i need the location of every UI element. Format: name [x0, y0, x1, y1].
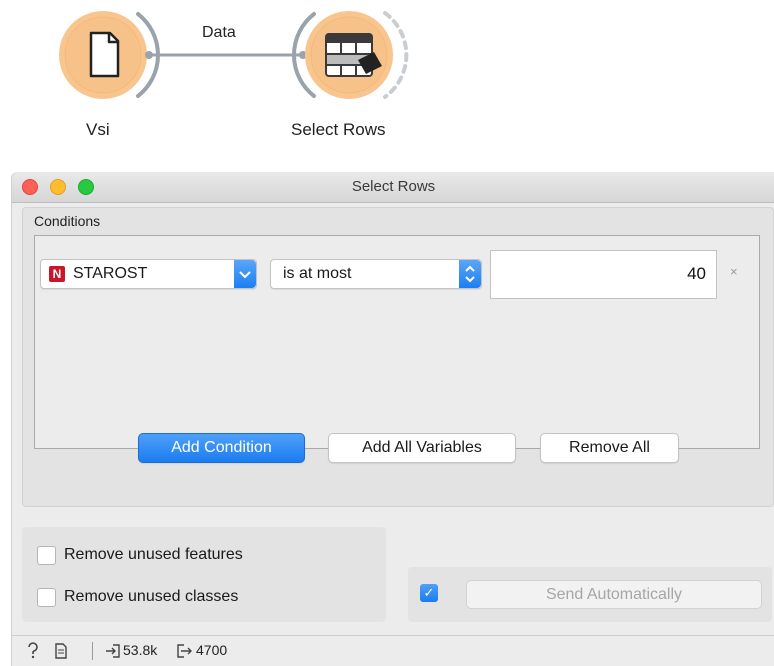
window-title: Select Rows — [351, 178, 436, 195]
input-count: 53.8k — [123, 642, 158, 658]
remove-unused-classes-checkbox[interactable] — [37, 588, 56, 607]
add-all-variables-button[interactable]: Add All Variables — [328, 433, 516, 463]
status-separator — [92, 642, 93, 660]
commit-box: ✓ Send Automatically — [408, 567, 772, 622]
select-rows-node[interactable] — [291, 11, 409, 99]
help-icon[interactable] — [26, 642, 40, 663]
report-icon[interactable] — [54, 642, 68, 663]
conditions-box: Conditions N STAROST is at most 40 × Add… — [22, 207, 774, 507]
input-icon — [105, 642, 121, 663]
workflow-canvas[interactable]: Data Vsi Select Rows — [0, 0, 774, 170]
condition-value: 40 — [687, 264, 706, 283]
variable-select-value: STAROST — [73, 265, 148, 282]
remove-unused-features-label: Remove unused features — [64, 546, 243, 563]
auto-commit-checkbox[interactable]: ✓ — [420, 584, 438, 602]
output-count: 4700 — [196, 642, 228, 658]
remove-all-button[interactable]: Remove All — [540, 433, 679, 463]
status-bar: 53.8k 4700 — [12, 635, 774, 666]
remove-condition-icon[interactable]: × — [730, 264, 738, 279]
remove-unused-classes-label: Remove unused classes — [64, 588, 239, 605]
link-label: Data — [202, 24, 236, 41]
remove-unused-features-checkbox[interactable] — [37, 546, 56, 565]
up-down-chevron-icon — [459, 260, 481, 288]
conditions-list: N STAROST is at most 40 × — [34, 235, 760, 449]
operator-select[interactable]: is at most — [270, 259, 482, 289]
condition-value-input[interactable]: 40 — [490, 250, 717, 299]
conditions-label: Conditions — [34, 213, 101, 229]
options-box: Remove unused features Remove unused cla… — [22, 527, 386, 622]
output-icon — [176, 642, 192, 663]
variable-select[interactable]: N STAROST — [40, 259, 257, 289]
file-icon — [89, 31, 120, 78]
node-label-vsi: Vsi — [86, 120, 110, 139]
vsi-node[interactable] — [59, 11, 161, 99]
numeric-variable-icon: N — [49, 266, 65, 282]
send-automatically-button[interactable]: Send Automatically — [466, 580, 762, 609]
node-label-select-rows: Select Rows — [291, 120, 386, 139]
chevron-down-icon — [234, 260, 256, 288]
select-rows-window: Select Rows Conditions N STAROST is at m… — [11, 172, 774, 666]
workflow-graphics — [59, 11, 409, 99]
add-condition-button[interactable]: Add Condition — [138, 433, 305, 463]
operator-select-value: is at most — [283, 265, 352, 282]
title-bar[interactable]: Select Rows — [12, 172, 774, 203]
